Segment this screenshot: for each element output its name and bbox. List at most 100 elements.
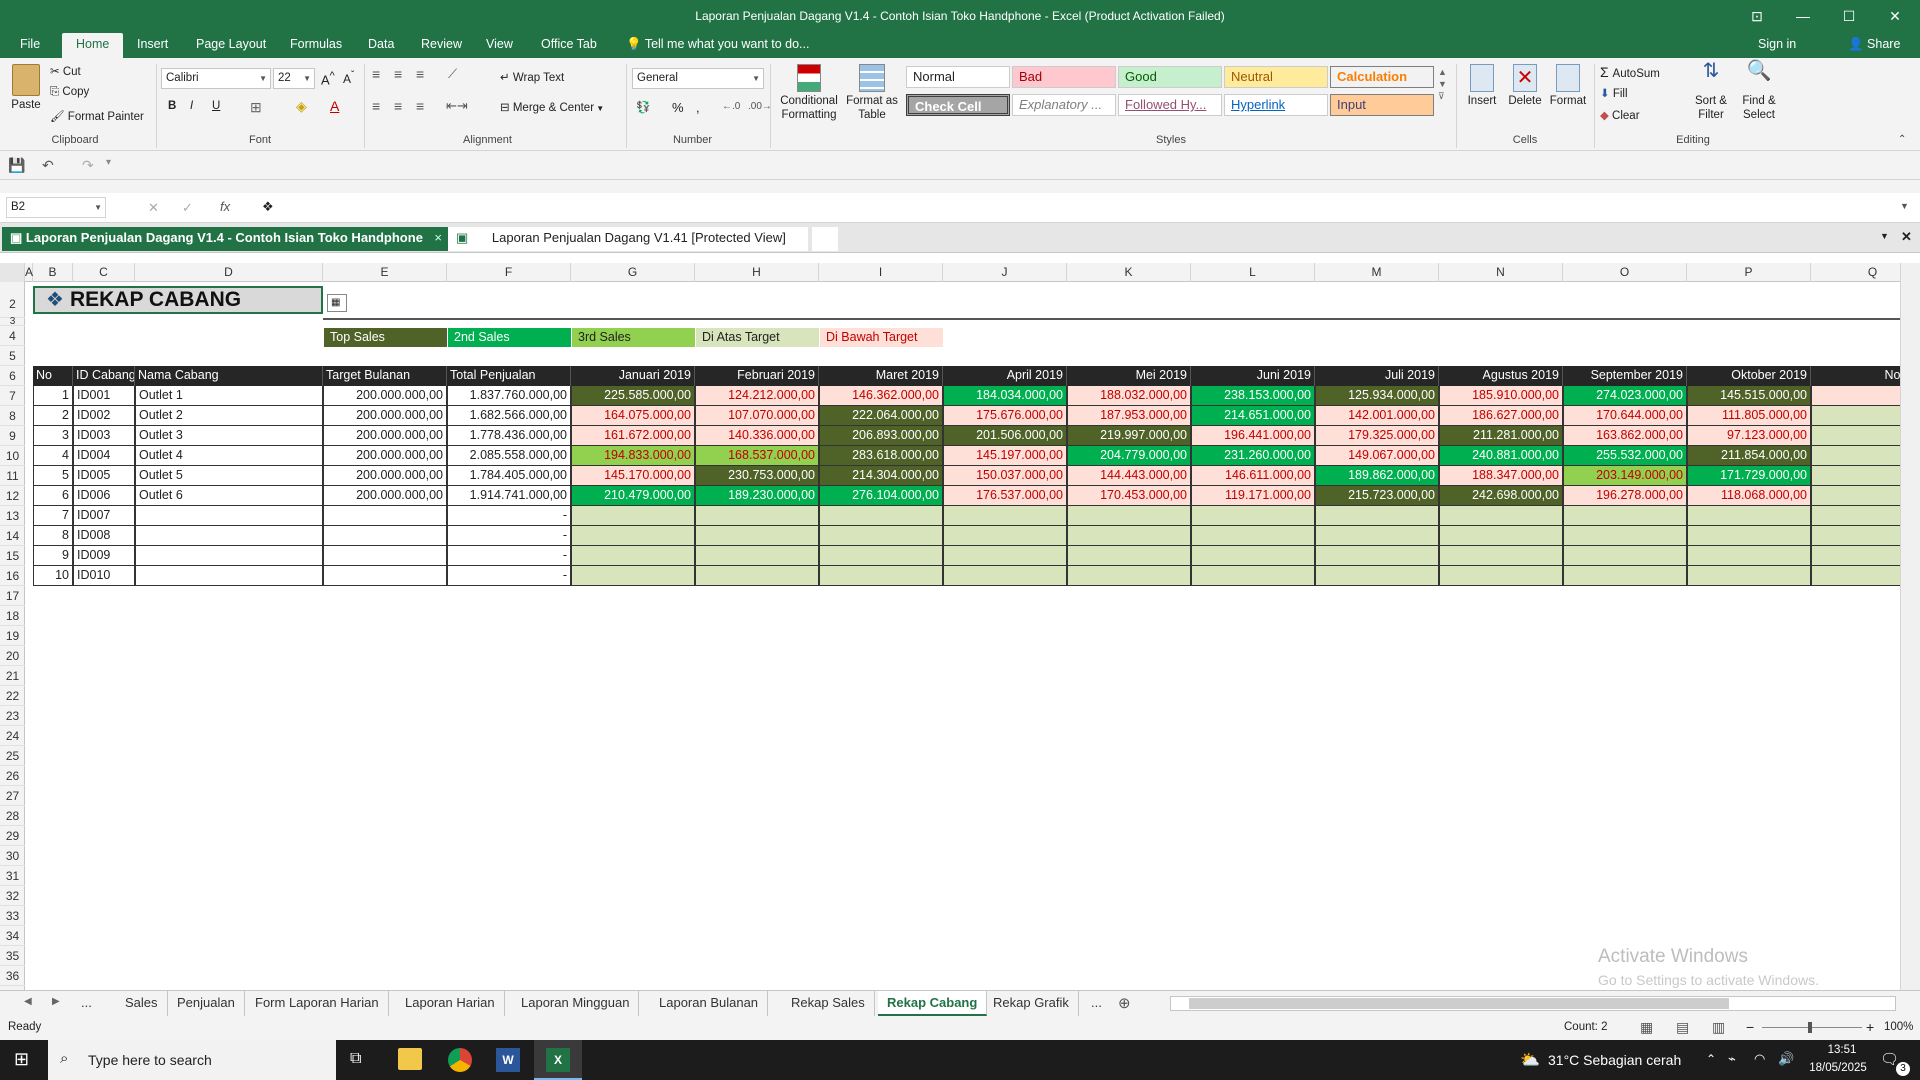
row-header[interactable]: 7 bbox=[0, 386, 25, 406]
row-header[interactable]: 3 bbox=[0, 317, 25, 327]
align-top-icon[interactable]: ≡ bbox=[372, 66, 380, 82]
expand-formula-icon[interactable]: ▼ bbox=[1900, 201, 1909, 211]
table-cell[interactable] bbox=[1687, 506, 1811, 526]
table-cell[interactable] bbox=[1563, 546, 1687, 566]
align-bottom-icon[interactable]: ≡ bbox=[416, 66, 424, 82]
table-cell[interactable] bbox=[571, 506, 695, 526]
decrease-decimal-icon[interactable]: .00→ bbox=[748, 101, 772, 112]
table-cell[interactable]: 200.000.000,00 bbox=[323, 406, 447, 426]
table-cell[interactable] bbox=[1811, 526, 1900, 546]
table-cell[interactable] bbox=[1811, 486, 1900, 506]
table-cell[interactable] bbox=[571, 526, 695, 546]
table-cell[interactable]: 222.064.000,00 bbox=[819, 406, 943, 426]
table-cell[interactable]: 274.023.000,00 bbox=[1563, 386, 1687, 406]
sheet-tab-laporan-mingguan[interactable]: Laporan Mingguan bbox=[512, 991, 640, 1016]
sheet-tab-penjualan[interactable]: Penjualan bbox=[168, 991, 245, 1016]
row-header[interactable]: 25 bbox=[0, 746, 25, 766]
table-cell[interactable]: ID005 bbox=[73, 466, 135, 486]
table-cell[interactable] bbox=[1811, 446, 1900, 466]
styles-scroll[interactable]: ▲ ▼ ⊽ bbox=[1438, 66, 1447, 102]
table-cell[interactable]: 118.068.000,00 bbox=[1687, 486, 1811, 506]
tab-view[interactable]: View bbox=[480, 33, 519, 58]
table-cell[interactable]: 200.000.000,00 bbox=[323, 466, 447, 486]
row-header[interactable]: 11 bbox=[0, 466, 25, 486]
row-header[interactable]: 22 bbox=[0, 686, 25, 706]
table-cell[interactable]: 163.862.000,00 bbox=[1563, 426, 1687, 446]
percent-icon[interactable]: % bbox=[672, 100, 684, 115]
table-cell[interactable]: 188.032.000,00 bbox=[1067, 386, 1191, 406]
page-layout-view-icon[interactable]: ▤ bbox=[1676, 1019, 1689, 1036]
tray-chevron-icon[interactable]: ⌃ bbox=[1706, 1052, 1716, 1066]
tab-home[interactable]: Home bbox=[62, 33, 124, 58]
row-header[interactable]: 30 bbox=[0, 846, 25, 866]
table-cell[interactable]: 1.784.405.000,00 bbox=[447, 466, 571, 486]
table-cell[interactable] bbox=[135, 546, 323, 566]
table-cell[interactable]: 125.934.000,00 bbox=[1315, 386, 1439, 406]
table-cell[interactable]: 150.037.000,00 bbox=[943, 466, 1067, 486]
table-cell[interactable]: 200.000.000,00 bbox=[323, 446, 447, 466]
close-tab-icon[interactable]: × bbox=[434, 227, 442, 249]
table-cell[interactable]: 240.881.000,00 bbox=[1439, 446, 1563, 466]
ribbon-display-options-icon[interactable]: ⊡ bbox=[1734, 0, 1780, 33]
clock-time[interactable]: 13:51 bbox=[1812, 1044, 1872, 1056]
row-header[interactable]: 29 bbox=[0, 826, 25, 846]
table-cell[interactable]: 111.805.000,00 bbox=[1687, 406, 1811, 426]
row-header[interactable]: 17 bbox=[0, 586, 25, 606]
table-cell[interactable]: 119.171.000,00 bbox=[1191, 486, 1315, 506]
table-cell[interactable]: ID002 bbox=[73, 406, 135, 426]
format-as-table-button[interactable]: Format as Table bbox=[842, 64, 902, 122]
table-cell[interactable] bbox=[1067, 566, 1191, 586]
table-cell[interactable] bbox=[943, 546, 1067, 566]
row-header[interactable]: 14 bbox=[0, 526, 25, 546]
style-explanatory[interactable]: Explanatory ... bbox=[1012, 94, 1116, 116]
tab-data[interactable]: Data bbox=[362, 33, 400, 58]
decrease-font-icon[interactable]: Aˇ bbox=[343, 70, 354, 86]
column-header[interactable]: J bbox=[943, 263, 1067, 282]
table-cell[interactable]: 146.362.000,00 bbox=[819, 386, 943, 406]
sheet-tab-sales[interactable]: Sales bbox=[116, 991, 168, 1016]
table-cell[interactable]: Outlet 5 bbox=[135, 466, 323, 486]
table-cell[interactable]: 179.325.000,00 bbox=[1315, 426, 1439, 446]
table-cell[interactable]: 144.443.000,00 bbox=[1067, 466, 1191, 486]
table-cell[interactable] bbox=[695, 526, 819, 546]
table-cell[interactable] bbox=[819, 506, 943, 526]
table-cell[interactable]: 149.067.000,00 bbox=[1315, 446, 1439, 466]
table-cell[interactable]: 200.000.000,00 bbox=[323, 426, 447, 446]
tab-list-icon[interactable]: ▼ bbox=[1880, 231, 1889, 241]
table-cell[interactable]: 204.779.000,00 bbox=[1067, 446, 1191, 466]
row-header[interactable]: 34 bbox=[0, 926, 25, 946]
close-workbook-icon[interactable]: ✕ bbox=[1901, 229, 1912, 245]
table-cell[interactable]: ID007 bbox=[73, 506, 135, 526]
column-header[interactable]: H bbox=[695, 263, 819, 282]
table-cell[interactable] bbox=[695, 566, 819, 586]
table-cell[interactable]: 8 bbox=[33, 526, 73, 546]
sheet-tab-more[interactable]: ... bbox=[72, 991, 101, 1016]
format-painter-button[interactable]: 🖌 Format Painter bbox=[50, 109, 144, 123]
table-cell[interactable]: 196.278.000,00 bbox=[1563, 486, 1687, 506]
row-header[interactable]: 5 bbox=[0, 346, 25, 366]
row-header[interactable]: 12 bbox=[0, 486, 25, 506]
table-cell[interactable]: 1.682.566.000,00 bbox=[447, 406, 571, 426]
row-header[interactable]: 28 bbox=[0, 806, 25, 826]
font-size-select[interactable]: 22 ▼ bbox=[273, 68, 315, 89]
table-cell[interactable] bbox=[571, 566, 695, 586]
word-icon[interactable]: W bbox=[496, 1048, 520, 1072]
table-cell[interactable] bbox=[695, 546, 819, 566]
table-cell[interactable] bbox=[1811, 466, 1900, 486]
align-middle-icon[interactable]: ≡ bbox=[394, 66, 402, 82]
row-header[interactable]: 31 bbox=[0, 866, 25, 886]
table-cell[interactable]: 283.618.000,00 bbox=[819, 446, 943, 466]
increase-decimal-icon[interactable]: ←.0 bbox=[722, 101, 740, 112]
table-cell[interactable]: 206.893.000,00 bbox=[819, 426, 943, 446]
sign-in-link[interactable]: Sign in bbox=[1752, 33, 1802, 58]
sheet-tab-rekap-grafik[interactable]: Rekap Grafik bbox=[984, 991, 1079, 1016]
vertical-scrollbar[interactable] bbox=[1900, 263, 1920, 990]
align-right-icon[interactable]: ≡ bbox=[416, 98, 424, 114]
table-cell[interactable] bbox=[1687, 546, 1811, 566]
table-cell[interactable] bbox=[135, 526, 323, 546]
format-cells-button[interactable]: Format bbox=[1546, 64, 1590, 108]
column-header[interactable]: M bbox=[1315, 263, 1439, 282]
row-header[interactable]: 24 bbox=[0, 726, 25, 746]
table-cell[interactable]: 238.153.000,00 bbox=[1191, 386, 1315, 406]
table-cell[interactable]: 145.197.000,00 bbox=[943, 446, 1067, 466]
